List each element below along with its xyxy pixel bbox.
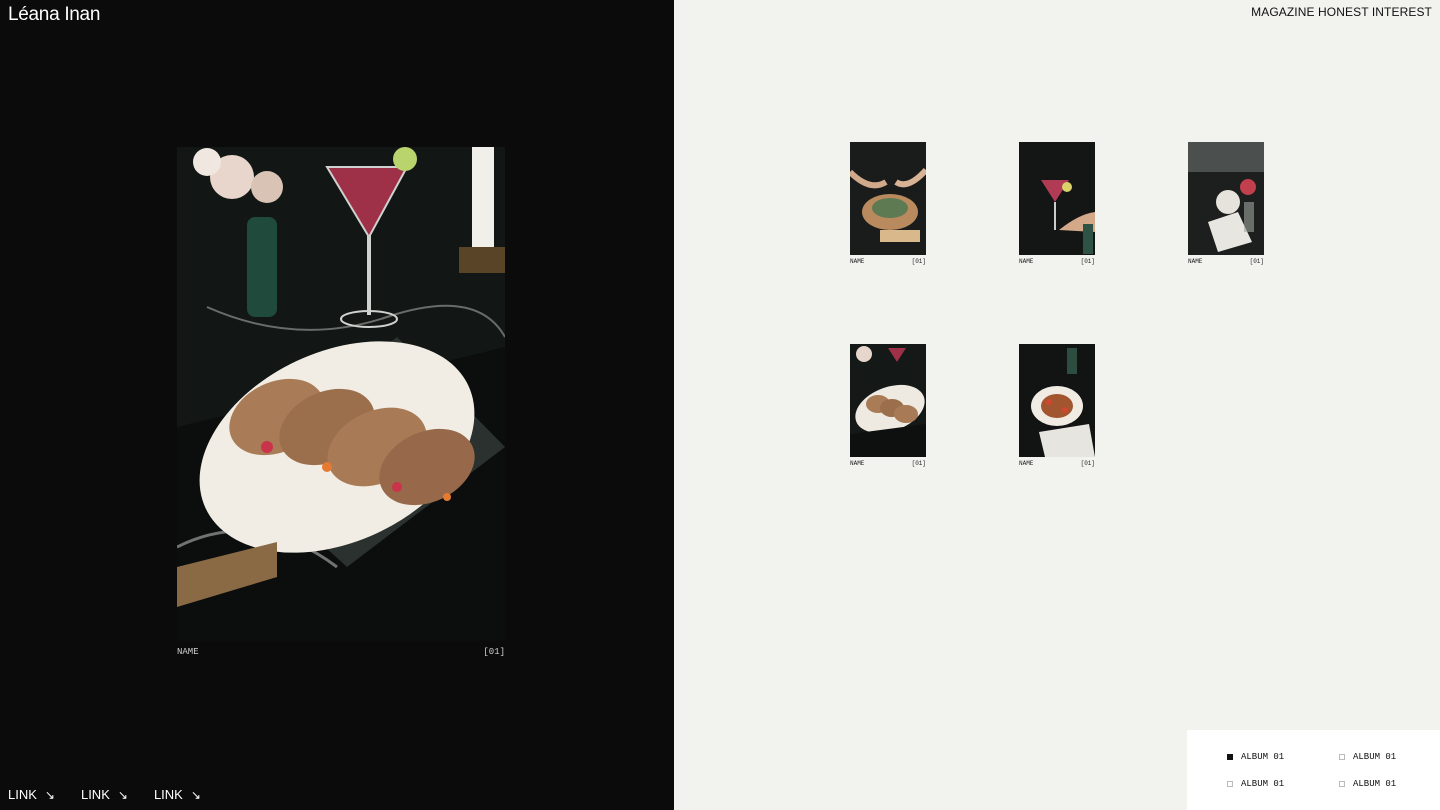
thumbnail-index: [01] [1080, 460, 1095, 467]
footer-link-2[interactable]: LINK ↘ [81, 787, 128, 802]
thumbnail-image [850, 142, 926, 255]
thumbnail-photo [1019, 142, 1095, 255]
thumbnail-4[interactable]: NAME [01] [850, 344, 926, 467]
brand-logo[interactable]: Léana Inan [8, 4, 100, 26]
thumbnail-index: [01] [1080, 258, 1095, 265]
thumbnail-1[interactable]: NAME [01] [850, 142, 926, 265]
arrow-down-right-icon: ↘ [44, 787, 55, 802]
thumbnail-photo [1188, 142, 1264, 255]
thumbnail-name: NAME [850, 460, 865, 467]
thumbnail-name: NAME [1188, 258, 1203, 265]
album-label: ALBUM 01 [1353, 752, 1397, 762]
thumbnail-image [1019, 142, 1095, 255]
thumbnail-photo [850, 142, 926, 255]
album-selector: ALBUM 01 ALBUM 01 ALBUM 01 ALBUM 01 [1187, 730, 1440, 810]
thumbnail-image [1188, 142, 1264, 255]
thumbnail-index: [01] [911, 258, 926, 265]
album-label: ALBUM 01 [1353, 779, 1397, 789]
album-option-3[interactable]: ALBUM 01 [1227, 779, 1284, 789]
album-label: ALBUM 01 [1241, 779, 1285, 789]
album-label: ALBUM 01 [1241, 752, 1285, 762]
thumbnail-image [850, 344, 926, 457]
thumbnail-5[interactable]: NAME [01] [1019, 344, 1095, 467]
left-panel: Léana Inan NAME [01] LINK ↘ LINK ↘ LINK … [0, 0, 674, 810]
album-option-4[interactable]: ALBUM 01 [1339, 779, 1396, 789]
thumbnail-2[interactable]: NAME [01] [1019, 142, 1095, 265]
arrow-down-right-icon: ↘ [190, 787, 201, 802]
thumbnail-name: NAME [850, 258, 865, 265]
hero-photo-illustration [177, 147, 505, 641]
footer-link-label: LINK [80, 787, 110, 802]
checkbox-empty-icon [1339, 754, 1345, 760]
thumbnail-image [1019, 344, 1095, 457]
tagline[interactable]: MAGAZINE HONEST INTEREST [1251, 5, 1432, 19]
footer-link-1[interactable]: LINK ↘ [8, 787, 55, 802]
right-panel: MAGAZINE HONEST INTEREST NAME [01] NAME … [674, 0, 1440, 810]
hero-caption-name: NAME [177, 647, 199, 657]
album-option-2[interactable]: ALBUM 01 [1339, 752, 1396, 762]
footer-links: LINK ↘ LINK ↘ LINK ↘ [8, 787, 201, 802]
checkbox-empty-icon [1227, 781, 1233, 787]
hero-caption: NAME [01] [177, 647, 505, 657]
thumbnail-photo [1019, 344, 1095, 457]
footer-link-label: LINK [153, 787, 183, 802]
album-option-1[interactable]: ALBUM 01 [1227, 752, 1284, 762]
checkbox-filled-icon [1227, 754, 1233, 760]
thumbnail-3[interactable]: NAME [01] [1188, 142, 1264, 265]
hero-image[interactable] [177, 147, 505, 641]
thumbnail-index: [01] [1249, 258, 1264, 265]
thumbnail-name: NAME [1019, 460, 1034, 467]
thumbnail-name: NAME [1019, 258, 1034, 265]
thumbnail-index: [01] [911, 460, 926, 467]
arrow-down-right-icon: ↘ [117, 787, 128, 802]
checkbox-empty-icon [1339, 781, 1345, 787]
footer-link-label: LINK [8, 787, 37, 802]
hero-caption-index: [01] [483, 647, 505, 657]
thumbnail-photo [850, 344, 926, 457]
footer-link-3[interactable]: LINK ↘ [154, 787, 201, 802]
